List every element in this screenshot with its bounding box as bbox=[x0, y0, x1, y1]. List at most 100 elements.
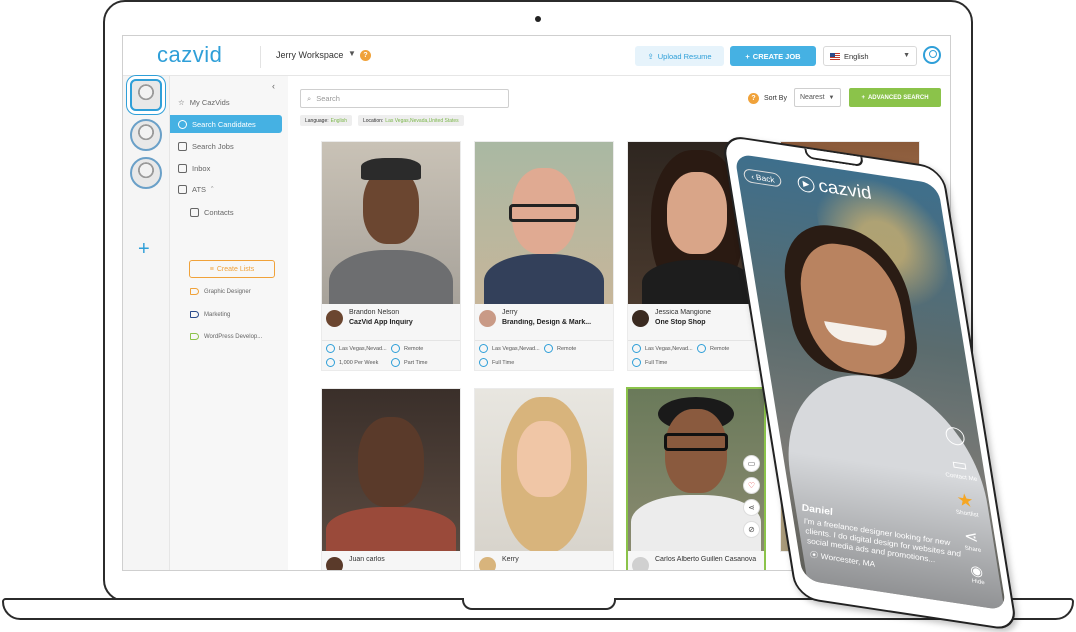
avatar bbox=[632, 557, 649, 570]
help-icon[interactable]: ? bbox=[748, 93, 759, 104]
candidate-name[interactable]: Brandon Nelson bbox=[349, 309, 454, 316]
candidate-name[interactable]: Jerry bbox=[502, 309, 607, 316]
cazvid-logo[interactable]: cazvid bbox=[157, 42, 222, 68]
avatar bbox=[632, 310, 649, 327]
video-thumbnail[interactable] bbox=[475, 142, 613, 304]
candidate-card[interactable]: ▭ ♡ ⋖ ⊘ Carlos Alberto Guillen Casanova bbox=[626, 387, 766, 570]
person-body bbox=[326, 507, 456, 551]
shortlist-action[interactable]: ★ Shortlist bbox=[952, 489, 979, 519]
sort-select[interactable]: Nearest ▼ bbox=[794, 88, 841, 107]
candidate-role: Branding, Design & Mark... bbox=[502, 319, 592, 326]
location-icon bbox=[632, 344, 641, 353]
candidate-info: Juan carlos bbox=[322, 551, 460, 570]
star-icon: ☆ bbox=[178, 97, 185, 107]
chevron-up-icon: ˆ bbox=[211, 184, 214, 194]
candidate-card[interactable]: Brandon Nelson CazVid App Inquiry Las Ve… bbox=[321, 141, 461, 371]
phone-mockup: ‹ Back ▶ cazvid ▭ Contact Me ★ Shortlist… bbox=[721, 132, 1073, 632]
candidate-info: Kerry bbox=[475, 551, 613, 570]
sidebar-item-label: Search Jobs bbox=[192, 141, 234, 151]
candidate-name[interactable]: Jessica Mangione bbox=[655, 309, 760, 316]
person-head bbox=[358, 417, 424, 507]
plus-icon: + bbox=[861, 94, 865, 101]
video-thumbnail[interactable] bbox=[475, 389, 613, 551]
top-bar: cazvid Jerry Workspace ▼ ? ⇪ Upload Resu… bbox=[123, 36, 950, 76]
sidebar-item-my-cazvids[interactable]: ☆ My CazVids bbox=[170, 93, 282, 111]
card-actions: ▭ ♡ ⋖ ⊘ bbox=[743, 455, 760, 538]
person-body bbox=[642, 260, 752, 304]
add-workspace-icon[interactable]: + bbox=[138, 238, 150, 261]
avatar bbox=[479, 310, 496, 327]
tag-icon bbox=[190, 288, 199, 295]
advanced-search-button[interactable]: + ADVANCED SEARCH bbox=[849, 88, 941, 107]
workspace-avatar[interactable] bbox=[130, 79, 162, 111]
sidebar-item-contacts[interactable]: Contacts bbox=[182, 203, 282, 221]
profile-icon[interactable] bbox=[943, 425, 966, 447]
candidate-name[interactable]: Kerry bbox=[502, 556, 607, 563]
location-pin-icon: ⦿ bbox=[808, 549, 819, 561]
create-lists-button[interactable]: ≡ Create Lists bbox=[189, 260, 275, 278]
candidate-meta: Las Vegas,Nevad... Remote Full Time bbox=[475, 340, 613, 370]
chip-key: Language bbox=[305, 117, 328, 124]
chip-key: Location bbox=[363, 117, 382, 124]
sidebar-item-search-jobs[interactable]: Search Jobs bbox=[170, 137, 282, 155]
webcam bbox=[535, 16, 541, 22]
candidate-card[interactable]: Juan carlos bbox=[321, 388, 461, 570]
language-select[interactable]: English ▼ bbox=[823, 46, 917, 66]
hide-action[interactable]: ◉ Hide bbox=[969, 562, 985, 587]
video-thumbnail[interactable]: ▭ ♡ ⋖ ⊘ bbox=[628, 389, 764, 551]
workspace-avatar[interactable] bbox=[130, 157, 162, 189]
contact-me-action[interactable]: ▭ Contact Me bbox=[942, 453, 978, 483]
candidate-name[interactable]: Carlos Alberto Guillen Casanova bbox=[655, 556, 758, 563]
sidebar-item-inbox[interactable]: Inbox bbox=[170, 159, 282, 177]
chevron-down-icon: ▼ bbox=[903, 52, 910, 59]
work-text: Remote bbox=[404, 345, 424, 352]
candidate-info: Jessica Mangione One Stop Shop bbox=[628, 304, 766, 340]
message-icon[interactable]: ▭ bbox=[743, 455, 760, 472]
avatar bbox=[479, 557, 496, 570]
person-head bbox=[665, 409, 727, 493]
filter-chip-language[interactable]: Language: English bbox=[300, 115, 353, 126]
video-thumbnail[interactable] bbox=[322, 142, 460, 304]
location-text: Las Vegas,Nevad... bbox=[492, 345, 540, 352]
share-action[interactable]: ⋖ Share bbox=[961, 526, 982, 554]
search-input[interactable]: ⌕ Search bbox=[300, 89, 509, 108]
video-thumbnail[interactable] bbox=[322, 389, 460, 551]
type-text: Full Time bbox=[492, 359, 515, 366]
tag-label: Graphic Designer bbox=[204, 288, 251, 295]
chevron-down-icon[interactable]: ▼ bbox=[348, 49, 356, 58]
workspace-avatar[interactable] bbox=[130, 119, 162, 151]
create-job-button[interactable]: + CREATE JOB bbox=[730, 46, 816, 66]
sidebar-item-search-candidates[interactable]: Search Candidates bbox=[170, 115, 282, 133]
sidebar-item-label: Search Candidates bbox=[192, 119, 256, 129]
sidebar-item-label: ATS bbox=[192, 184, 207, 194]
list-tag-marketing[interactable]: Marketing bbox=[190, 311, 230, 318]
user-profile-icon[interactable] bbox=[923, 46, 941, 64]
candidate-card[interactable]: Jerry Branding, Design & Mark... Las Veg… bbox=[474, 141, 614, 371]
back-label: Back bbox=[755, 172, 776, 185]
sidebar-item-ats[interactable]: ATS ˆ bbox=[170, 180, 282, 198]
divider bbox=[260, 46, 261, 68]
workspace-rail: + bbox=[123, 76, 170, 570]
person-body bbox=[631, 495, 761, 551]
workspace-name[interactable]: Jerry Workspace bbox=[276, 50, 343, 60]
collapse-sidebar-icon[interactable]: ‹ bbox=[272, 81, 275, 91]
share-icon[interactable]: ⋖ bbox=[743, 499, 760, 516]
chevron-left-icon: ‹ bbox=[750, 171, 755, 181]
share-icon: ⋖ bbox=[962, 527, 980, 547]
filter-chip-location[interactable]: Location: Las Vegas,Nevada,United States bbox=[358, 115, 464, 126]
heart-icon[interactable]: ♡ bbox=[743, 477, 760, 494]
person-body bbox=[329, 250, 453, 304]
list-tag-graphic-designer[interactable]: Graphic Designer bbox=[190, 288, 251, 295]
hide-icon[interactable]: ⊘ bbox=[743, 521, 760, 538]
back-button[interactable]: ‹ Back bbox=[742, 168, 783, 188]
list-tag-wordpress[interactable]: WordPress Develop... bbox=[190, 333, 262, 340]
cap bbox=[361, 158, 421, 180]
candidate-card[interactable]: Kerry bbox=[474, 388, 614, 570]
remote-icon bbox=[391, 344, 400, 353]
location-text: Las Vegas,Nevad... bbox=[339, 345, 387, 352]
help-icon[interactable]: ? bbox=[360, 50, 371, 61]
candidate-name[interactable]: Juan carlos bbox=[349, 556, 454, 563]
action-label: Shortlist bbox=[955, 509, 980, 519]
search-placeholder: Search bbox=[316, 94, 340, 103]
upload-resume-button[interactable]: ⇪ Upload Resume bbox=[635, 46, 724, 66]
